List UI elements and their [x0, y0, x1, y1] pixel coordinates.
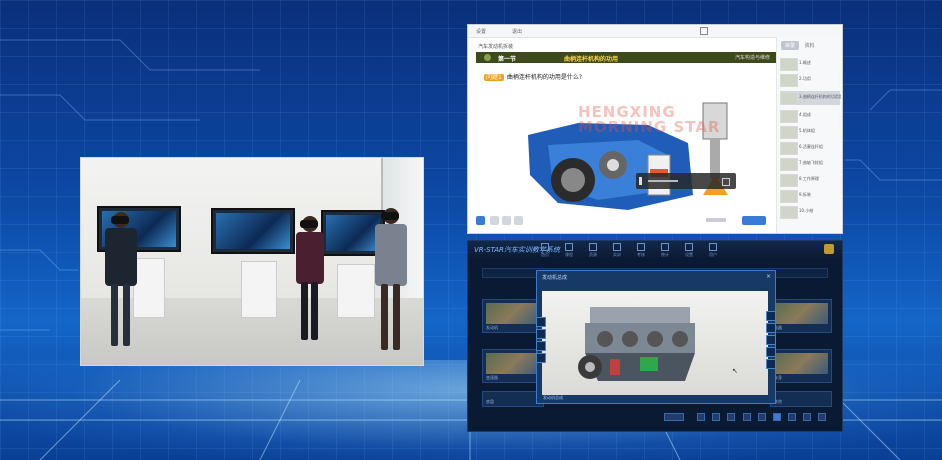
vr-station	[337, 264, 375, 318]
refresh-button[interactable]	[502, 216, 511, 225]
pagination	[664, 406, 826, 421]
home-button[interactable]	[476, 216, 485, 225]
tool-pan-icon[interactable]	[536, 341, 546, 351]
course-window: 设置 退出 汽车发动机拆装 第一节 曲柄连杆机构的功用 汽车构造与维修 问题1 曲…	[467, 24, 843, 234]
chapter-item[interactable]: 4.组成	[780, 109, 840, 123]
chapter-item-active[interactable]: 3.曲柄连杆机构的功用是什么	[780, 91, 841, 105]
section-badge	[484, 54, 491, 61]
sidebar-tabs: 目录 资料	[781, 41, 819, 50]
resource-card[interactable]: 变速器	[482, 349, 544, 383]
question-tag: 问题1	[484, 74, 504, 81]
tab-materials[interactable]: 资料	[801, 41, 819, 50]
chapter-item[interactable]: 5.机体组	[780, 125, 840, 139]
nav-item-home[interactable]: 首页	[538, 243, 552, 258]
nav-item-resource[interactable]: 资源	[586, 243, 600, 258]
exit-link[interactable]: 退出	[512, 28, 522, 35]
chapter-item[interactable]: 8.工作原理	[780, 173, 840, 187]
close-icon[interactable]: ×	[766, 273, 771, 280]
page-button-current[interactable]	[772, 413, 781, 421]
chapter-item[interactable]: 6.活塞连杆组	[780, 141, 840, 155]
resource-card[interactable]: 车身	[770, 349, 832, 383]
person-user	[293, 216, 327, 346]
play-icon[interactable]	[639, 177, 647, 185]
question-line: 问题1 曲柄连杆机构的功用是什么?	[484, 72, 582, 81]
cursor-icon: ↖	[732, 367, 738, 375]
tool-hide-icon[interactable]	[766, 323, 776, 333]
section-title: 第一节	[498, 56, 517, 63]
tool-explode-icon[interactable]	[766, 311, 776, 321]
brand-watermark: HENGXING MORNING STAR	[578, 103, 721, 136]
pager-go-button[interactable]	[664, 413, 685, 421]
modal-footer: 发动机总成	[543, 395, 563, 400]
3d-viewport[interactable]: ↖	[542, 291, 768, 395]
lesson-banner: 第一节 曲柄连杆机构的功用 汽车构造与维修	[476, 52, 776, 63]
vr-station	[241, 261, 277, 318]
chapter-item[interactable]: 2.功用	[780, 73, 840, 87]
nav-item-user[interactable]: 用户	[706, 243, 720, 258]
course-title: 汽车发动机拆装	[478, 44, 514, 50]
engine-model	[578, 307, 695, 381]
lesson-title: 曲柄连杆机构的功用	[564, 56, 619, 63]
chapter-item[interactable]: 9.拆装	[780, 189, 840, 203]
display-screen	[211, 208, 295, 254]
tool-info-icon[interactable]	[766, 347, 776, 357]
resource-card[interactable]: 其他	[770, 391, 832, 407]
settings-link[interactable]: 设置	[476, 28, 486, 35]
next-button[interactable]	[742, 216, 766, 225]
question-text: 曲柄连杆机构的功用是什么?	[506, 74, 583, 81]
page-button[interactable]	[787, 413, 796, 421]
back-button[interactable]	[490, 216, 499, 225]
video-player-bar[interactable]	[636, 173, 736, 189]
video-progress[interactable]	[648, 180, 678, 182]
person-user	[101, 212, 141, 352]
close-icon[interactable]	[700, 27, 708, 35]
course-subject: 汽车构造与维修	[734, 55, 770, 61]
nav-item-exam[interactable]: 考核	[634, 243, 648, 258]
chapter-item[interactable]: 10.小结	[780, 205, 840, 219]
model-viewer-modal: 发动机总成 × ↖ 发动机总成	[536, 270, 776, 404]
fullscreen-icon[interactable]	[722, 178, 730, 186]
nav-item-settings[interactable]: 设置	[682, 243, 696, 258]
page-indicator	[706, 218, 726, 222]
page-button[interactable]	[818, 413, 826, 421]
person-user	[371, 208, 411, 356]
note-button[interactable]	[514, 216, 523, 225]
chapter-sidebar: 目录 资料 1.概述 2.功用 3.曲柄连杆机构的功用是什么 4.组成 5.机体…	[776, 37, 842, 233]
nav-item-course[interactable]: 课程	[562, 243, 576, 258]
page-button[interactable]	[712, 413, 721, 421]
tool-rotate-icon[interactable]	[536, 317, 546, 327]
tool-isolate-icon[interactable]	[766, 335, 776, 345]
home-icon[interactable]	[824, 244, 834, 254]
lesson-controls	[476, 215, 776, 227]
page-button[interactable]	[727, 413, 736, 421]
vr-header: VR-STAR汽车实训教学系统 首页 课程 资源 实训 考核 统计 设置 用户	[468, 241, 842, 259]
tool-layer-icon[interactable]	[766, 359, 776, 369]
nav-item-stats[interactable]: 统计	[658, 243, 672, 258]
chapter-item[interactable]: 1.概述	[780, 57, 840, 71]
vr-training-photo	[80, 157, 424, 366]
resource-card[interactable]: 电器	[770, 299, 832, 333]
page-button[interactable]	[697, 413, 706, 421]
tool-reset-icon[interactable]	[536, 353, 546, 363]
page-button[interactable]	[742, 413, 751, 421]
page-button[interactable]	[802, 413, 811, 421]
modal-title: 发动机总成	[542, 275, 568, 281]
chapter-item[interactable]: 7.曲轴飞轮组	[780, 157, 840, 171]
resource-card[interactable]: 发动机	[482, 299, 544, 333]
resource-card[interactable]: 底盘	[482, 391, 544, 407]
tool-zoom-icon[interactable]	[536, 329, 546, 339]
nav-item-training[interactable]: 实训	[610, 243, 624, 258]
page-button[interactable]	[757, 413, 766, 421]
tab-contents[interactable]: 目录	[781, 41, 800, 50]
vr-system-window: VR-STAR汽车实训教学系统 首页 课程 资源 实训 考核 统计 设置 用户 …	[467, 240, 843, 432]
